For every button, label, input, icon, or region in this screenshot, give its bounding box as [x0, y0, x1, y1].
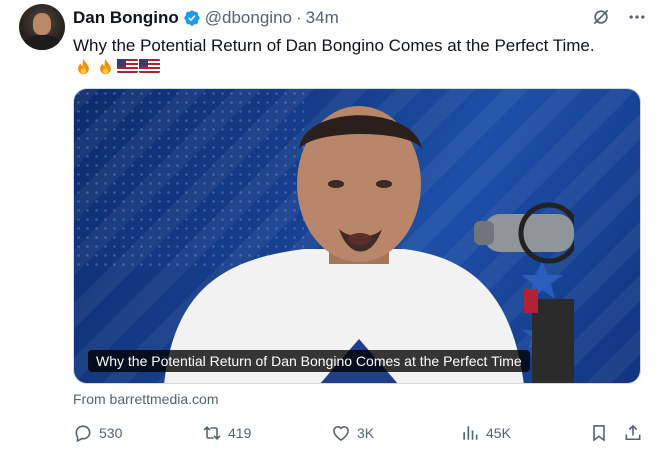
fire-icon	[73, 58, 94, 75]
share-button[interactable]	[623, 420, 643, 446]
top-actions	[591, 7, 647, 27]
tweet: Dan Bongino @dbongino · 34m Why the Pote…	[0, 0, 665, 461]
views-icon	[460, 423, 480, 443]
link-source[interactable]: From barrettmedia.com	[73, 391, 218, 407]
tweet-header: Dan Bongino @dbongino · 34m	[73, 7, 339, 29]
link-card-image[interactable]: Why the Potential Return of Dan Bongino …	[73, 88, 641, 384]
repost-button[interactable]: 419	[202, 420, 251, 446]
separator-dot: ·	[295, 8, 302, 27]
like-button[interactable]: 3K	[331, 420, 374, 446]
reply-count: 530	[99, 425, 123, 441]
bookmark-button[interactable]	[589, 420, 609, 446]
views-button[interactable]: 45K	[460, 420, 511, 446]
us-flag-icon	[117, 58, 138, 74]
share-icon	[623, 423, 643, 443]
avatar[interactable]	[19, 4, 65, 50]
emoji-row	[73, 55, 160, 77]
author-handle[interactable]: @dbongino	[205, 8, 292, 28]
like-count: 3K	[357, 425, 375, 441]
reply-button[interactable]: 530	[73, 420, 122, 446]
timestamp[interactable]: 34m	[306, 8, 339, 28]
grok-icon[interactable]	[591, 7, 611, 27]
author-name[interactable]: Dan Bongino	[73, 8, 179, 28]
repost-count: 419	[228, 425, 252, 441]
reply-icon	[73, 423, 93, 443]
like-icon	[331, 423, 351, 443]
repost-icon	[202, 423, 222, 443]
views-count: 45K	[486, 425, 511, 441]
us-flag-icon	[139, 58, 160, 74]
media-caption: Why the Potential Return of Dan Bongino …	[88, 350, 530, 372]
bookmark-icon	[589, 423, 609, 443]
action-bar: 530 419 3K 45K	[73, 420, 645, 446]
fire-icon	[95, 58, 116, 75]
person-image	[164, 106, 574, 383]
more-icon[interactable]	[627, 7, 647, 27]
tweet-text: Why the Potential Return of Dan Bongino …	[73, 36, 595, 55]
verified-badge-icon[interactable]	[183, 9, 201, 27]
